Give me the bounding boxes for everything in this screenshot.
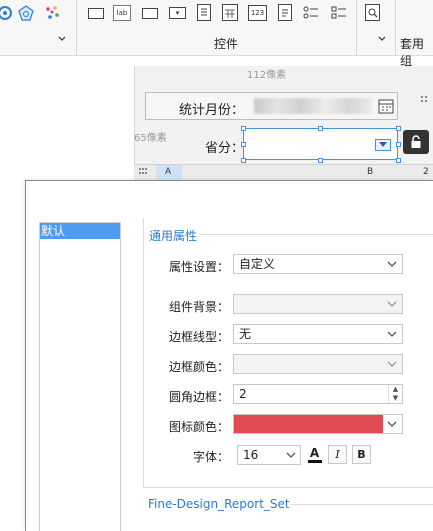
- resize-handle[interactable]: [241, 158, 246, 163]
- ribbon-divider: [356, 0, 357, 56]
- spinner-arrows-icon[interactable]: ▲ ▼: [388, 385, 402, 403]
- grid-col-a[interactable]: A: [165, 167, 171, 177]
- resize-handle[interactable]: [396, 158, 401, 163]
- textbox-widget-icon[interactable]: [88, 8, 104, 19]
- italic-button[interactable]: I: [328, 445, 347, 464]
- chevron-down-icon[interactable]: [382, 355, 402, 373]
- font-label: 字体：: [192, 450, 229, 464]
- resize-handle[interactable]: [241, 142, 246, 147]
- component-bg-label: 组件背景：: [168, 300, 229, 314]
- border-style-select[interactable]: 无: [233, 324, 403, 344]
- icon-color-picker[interactable]: [233, 414, 403, 434]
- border-color-label: 边框颜色：: [168, 360, 229, 374]
- lock-icon[interactable]: [403, 130, 429, 154]
- chevron-down-icon[interactable]: [382, 415, 402, 433]
- textarea-widget-icon[interactable]: [278, 4, 292, 21]
- section-divider: [291, 504, 433, 505]
- property-setting-label: 属性设置：: [168, 260, 229, 274]
- widget-style-dialog: 默认 通用属性 属性设置： 自定义 组件背景： 边框线型： 无 边框颜色： 圆角…: [25, 180, 433, 531]
- radio-group-widget-icon[interactable]: [303, 4, 319, 21]
- refresh-icon[interactable]: [0, 4, 14, 22]
- icon-color-swatch: [234, 415, 383, 433]
- button-widget-icon[interactable]: [142, 8, 158, 19]
- month-value-blurred: [254, 98, 372, 114]
- colorful-dots-icon[interactable]: [43, 4, 61, 22]
- chevron-down-icon[interactable]: [375, 33, 389, 47]
- combobox-widget-icon[interactable]: ▾: [169, 7, 186, 19]
- font-size-value: 16: [243, 448, 259, 462]
- ribbon-divider: [76, 0, 77, 56]
- ribbon-toolbar: lab ▾ 123 控件 套用组: [0, 0, 433, 68]
- checkbox-group-widget-icon[interactable]: [331, 4, 347, 21]
- border-color-select[interactable]: [233, 354, 403, 374]
- number-widget-icon[interactable]: 123: [248, 5, 267, 21]
- font-color-glyph: A: [309, 445, 320, 460]
- border-style-value: 无: [239, 327, 252, 341]
- resize-handle[interactable]: [241, 126, 246, 131]
- search-report-icon[interactable]: [365, 4, 380, 21]
- date-widget-icon[interactable]: [222, 4, 238, 21]
- component-bg-select[interactable]: [233, 294, 403, 314]
- controls-group-label: 控件: [214, 37, 239, 51]
- general-properties-panel: 通用属性 属性设置： 自定义 组件背景： 边框线型： 无 边框颜色： 圆角边框：…: [143, 218, 433, 488]
- dropdown-arrow-icon[interactable]: [375, 139, 391, 151]
- font-color-bar: [307, 459, 322, 463]
- grid-column-header: A B 2: [134, 164, 433, 180]
- ruler-left-label: 65像素: [134, 133, 167, 144]
- section-design-title: Fine-Design_Report_Set: [148, 497, 290, 511]
- style-list-item-default[interactable]: 默认: [40, 223, 120, 239]
- grid-col-2[interactable]: 2: [423, 167, 429, 177]
- section-divider: [200, 234, 433, 235]
- month-label: 统计月份：: [179, 103, 245, 118]
- resize-handle[interactable]: [318, 126, 323, 131]
- font-color-button[interactable]: A: [305, 445, 324, 464]
- chevron-down-icon[interactable]: [282, 446, 300, 464]
- corner-radius-spinner[interactable]: 2 ▲ ▼: [233, 384, 403, 404]
- icon-color-label: 图标颜色：: [168, 420, 229, 434]
- chevron-down-icon[interactable]: [382, 255, 402, 273]
- ruler-top-label: 112像素: [247, 70, 287, 81]
- section-general-title: 通用属性: [149, 229, 198, 243]
- tree-combobox-widget-icon[interactable]: [197, 4, 211, 21]
- month-param-row: 统计月份：: [145, 92, 398, 120]
- calendar-icon[interactable]: [378, 98, 394, 114]
- ribbon-divider: [395, 0, 396, 56]
- resize-handle[interactable]: [396, 142, 401, 147]
- chevron-down-icon[interactable]: [55, 33, 69, 47]
- label-widget-icon[interactable]: lab: [113, 5, 131, 21]
- font-size-select[interactable]: 16: [237, 445, 301, 465]
- corner-radius-value: 2: [239, 387, 247, 401]
- design-canvas: 112像素 统计月份： 65像素 省分：: [134, 66, 433, 180]
- property-setting-value: 自定义: [239, 257, 276, 271]
- province-label: 省分：: [205, 141, 245, 156]
- template-group-label: 套用组: [400, 37, 425, 68]
- border-style-label: 边框线型：: [168, 330, 229, 344]
- pentagon-icon[interactable]: [17, 4, 35, 22]
- bold-button[interactable]: B: [352, 445, 371, 464]
- resize-handle[interactable]: [318, 158, 323, 163]
- corner-radius-label: 圆角边框：: [168, 390, 229, 404]
- property-setting-select[interactable]: 自定义: [233, 254, 403, 274]
- province-combobox[interactable]: [243, 128, 398, 160]
- style-list: 默认: [39, 222, 121, 531]
- chevron-down-icon[interactable]: [382, 325, 402, 343]
- grid-col-b[interactable]: B: [367, 167, 373, 177]
- resize-handle[interactable]: [396, 126, 401, 131]
- chevron-down-icon[interactable]: [382, 295, 402, 313]
- grid-corner-icon[interactable]: [138, 166, 148, 179]
- drag-grip-icon[interactable]: [420, 94, 432, 108]
